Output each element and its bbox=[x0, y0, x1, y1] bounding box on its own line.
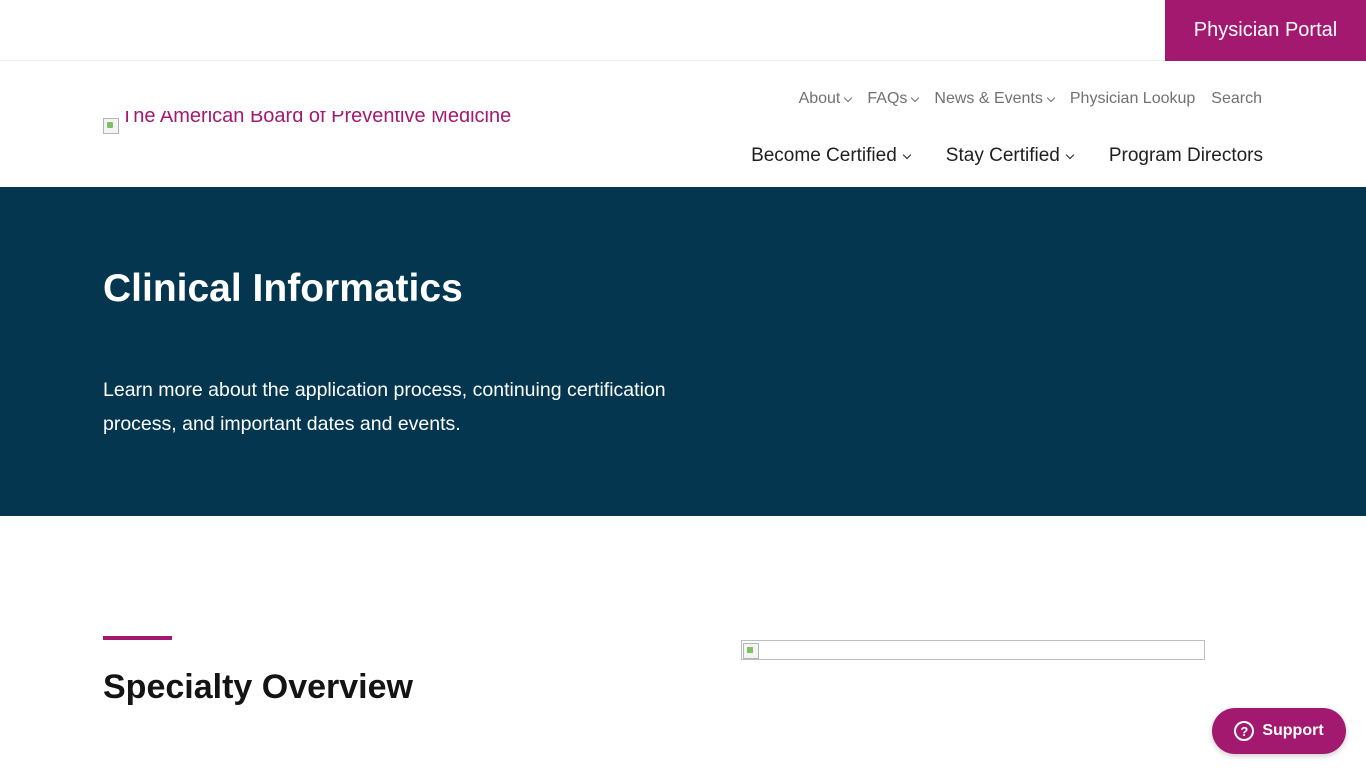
section-accent-bar bbox=[103, 636, 172, 640]
chevron-down-icon bbox=[844, 93, 853, 102]
main-nav-become-certified[interactable]: Become Certified bbox=[751, 145, 912, 167]
broken-image-icon bbox=[103, 118, 119, 134]
util-nav-news-events[interactable]: News & Events bbox=[934, 90, 1056, 108]
util-nav-physician-lookup[interactable]: Physician Lookup bbox=[1070, 90, 1195, 108]
hero-description: Learn more about the application process… bbox=[103, 379, 666, 435]
broken-image-icon bbox=[743, 643, 759, 659]
overview-image bbox=[741, 640, 1205, 660]
util-nav-search[interactable]: Search bbox=[1211, 90, 1262, 108]
hero-banner: Clinical Informatics Learn more about th… bbox=[0, 187, 1366, 516]
main-nav-program-directors[interactable]: Program Directors bbox=[1109, 145, 1263, 167]
util-nav-label: News & Events bbox=[934, 90, 1043, 107]
page-title: Clinical Informatics bbox=[103, 267, 463, 310]
site-logo-link[interactable]: The American Board of Preventive Medicin… bbox=[103, 111, 511, 135]
utility-nav: About FAQs News & Events Physician Looku… bbox=[799, 90, 1262, 108]
chevron-down-icon bbox=[911, 93, 920, 102]
chevron-down-icon bbox=[1065, 150, 1075, 159]
main-nav-label: Become Certified bbox=[751, 145, 897, 166]
main-nav-label: Program Directors bbox=[1108, 145, 1263, 166]
util-nav-label: Physician Lookup bbox=[1069, 90, 1196, 107]
main-nav: Become Certified Stay Certified Program … bbox=[751, 145, 1263, 167]
logo-alt-text: The American Board of Preventive Medicin… bbox=[121, 111, 512, 127]
main-nav-label: Stay Certified bbox=[945, 145, 1060, 166]
support-label: Support bbox=[1262, 722, 1324, 739]
util-nav-label: FAQs bbox=[867, 90, 908, 107]
physician-portal-button[interactable]: Physician Portal bbox=[1165, 0, 1366, 61]
main-nav-stay-certified[interactable]: Stay Certified bbox=[945, 145, 1075, 167]
util-nav-about[interactable]: About bbox=[798, 90, 853, 108]
support-button[interactable]: ? Support bbox=[1212, 708, 1346, 754]
util-nav-faqs[interactable]: FAQs bbox=[867, 90, 920, 108]
top-bar: Physician Portal bbox=[0, 0, 1366, 61]
util-nav-label: About bbox=[798, 90, 841, 107]
question-icon: ? bbox=[1234, 721, 1255, 741]
section-title: Specialty Overview bbox=[103, 668, 413, 706]
chevron-down-icon bbox=[902, 150, 912, 159]
util-nav-label: Search bbox=[1211, 90, 1262, 107]
chevron-down-icon bbox=[1046, 93, 1056, 102]
site-header: The American Board of Preventive Medicin… bbox=[0, 61, 1366, 187]
